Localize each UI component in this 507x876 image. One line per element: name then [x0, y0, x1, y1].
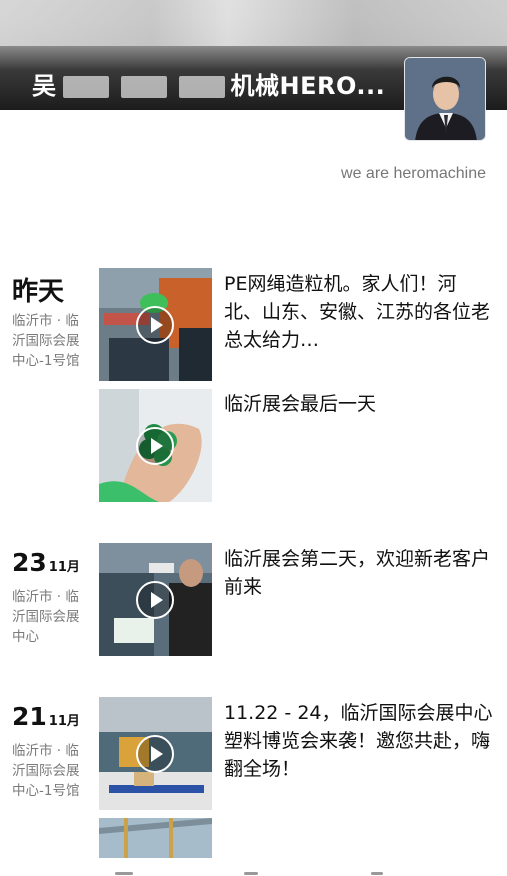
post-date: 21 11月	[12, 702, 80, 731]
post-text[interactable]: 临沂展会最后一天	[224, 390, 494, 418]
user-avatar-icon	[405, 58, 485, 140]
play-icon	[136, 306, 174, 344]
avatar[interactable]	[404, 57, 486, 141]
redacted-block	[62, 76, 109, 98]
play-icon	[136, 581, 174, 619]
post-location[interactable]: 临沂市 · 临沂国际会展中心	[12, 587, 92, 647]
play-icon	[136, 735, 174, 773]
post-date: 昨天	[12, 277, 65, 307]
cover-top-area	[0, 0, 507, 46]
redacted-block	[120, 76, 167, 98]
video-thumbnail[interactable]	[99, 543, 212, 656]
post-text[interactable]: 11.22 - 24，临沂国际会展中心塑料博览会来袭！邀您共赴，嗨翻全场！	[224, 699, 494, 783]
nickname-start: 吴	[32, 72, 57, 100]
video-thumbnail[interactable]	[99, 389, 212, 502]
partial-thumbnail[interactable]	[99, 818, 212, 858]
system-nav-bar	[0, 862, 507, 876]
back-nav-icon[interactable]	[371, 872, 383, 875]
thumbnail-image	[99, 818, 212, 858]
post-location[interactable]: 临沂市 · 临沂国际会展中心-1号馆	[12, 311, 92, 371]
post-day: 21	[12, 702, 47, 731]
nickname-end: 机械HERO...	[230, 72, 386, 100]
video-thumbnail[interactable]	[99, 697, 212, 810]
profile-signature: we are heromachine	[341, 165, 486, 182]
video-thumbnail[interactable]	[99, 268, 212, 381]
redacted-block	[178, 76, 225, 98]
post-date: 23 11月	[12, 548, 80, 577]
menu-nav-icon[interactable]	[115, 872, 133, 875]
play-icon	[136, 427, 174, 465]
post-month: 11月	[48, 560, 80, 575]
post-day: 23	[12, 548, 47, 577]
post-location[interactable]: 临沂市 · 临沂国际会展中心-1号馆	[12, 741, 92, 801]
post-text[interactable]: 临沂展会第二天，欢迎新老客户前来	[224, 545, 494, 601]
home-nav-icon[interactable]	[244, 872, 258, 875]
post-month: 11月	[48, 714, 80, 729]
post-text[interactable]: PE网绳造粒机。家人们！河北、山东、安徽、江苏的各位老总太给力…	[224, 270, 494, 354]
profile-nickname: 吴 机械HERO...	[32, 66, 385, 101]
